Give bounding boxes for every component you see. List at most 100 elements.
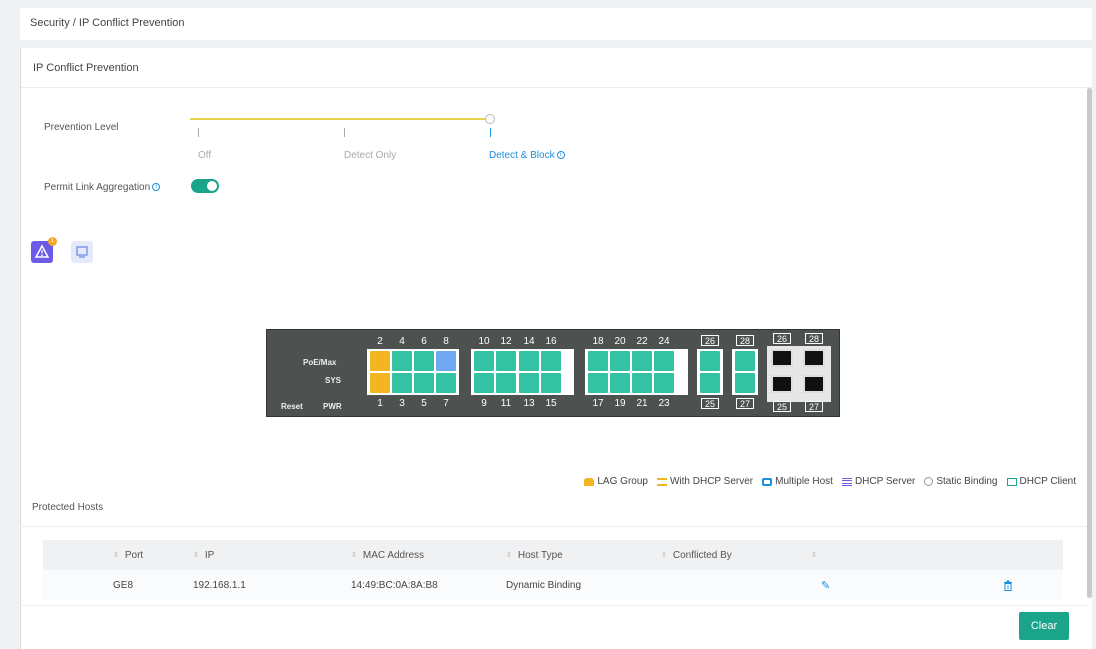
sfp-port-26[interactable] xyxy=(771,349,793,367)
column-header-conflicted-by[interactable]: ⇕ Conflicted By xyxy=(653,540,803,570)
port-20[interactable] xyxy=(610,351,630,371)
conflict-view-button[interactable]: 1 xyxy=(31,237,57,263)
warning-count-badge: 1 xyxy=(48,237,57,246)
prevention-level-knob[interactable] xyxy=(485,114,495,124)
column-header-host-type[interactable]: ⇕ Host Type xyxy=(498,540,653,570)
port-22[interactable] xyxy=(632,351,652,371)
port-26-combo[interactable] xyxy=(700,351,720,371)
prevention-level-label: Prevention Level xyxy=(44,122,119,133)
sort-icon[interactable]: ⇕ xyxy=(506,551,512,559)
port-8[interactable] xyxy=(436,351,456,371)
port-num-top: 16 xyxy=(545,336,557,347)
port-num-bottom: 7 xyxy=(443,398,449,409)
dhcp-server-lines-icon xyxy=(656,477,667,486)
legend-label: LAG Group xyxy=(597,476,648,487)
sort-icon[interactable]: ⇕ xyxy=(661,551,667,559)
column-header-port[interactable]: ⇕ Port xyxy=(43,540,183,570)
cell-port: GE8 xyxy=(113,579,134,591)
port-num-bottom: 1 xyxy=(377,398,383,409)
info-icon[interactable]: i xyxy=(556,151,565,160)
sfp-port-27[interactable] xyxy=(803,375,825,393)
port-21[interactable] xyxy=(632,373,652,393)
column-header-ip[interactable]: ⇕ IP xyxy=(183,540,343,570)
column-header-extra[interactable]: ⇕ xyxy=(803,540,943,570)
legend-dhcp-server: DHCP Server xyxy=(841,476,915,487)
port-25-combo[interactable] xyxy=(700,373,720,393)
edit-icon[interactable]: ✎ xyxy=(821,579,830,592)
lag-group-icon xyxy=(584,477,595,486)
port-18[interactable] xyxy=(588,351,608,371)
host-view-button[interactable] xyxy=(71,241,93,263)
port-num-top: 22 xyxy=(636,336,648,347)
port-num-top: 12 xyxy=(500,336,512,347)
port-5[interactable] xyxy=(414,373,434,393)
sfp-num-bottom: 27 xyxy=(805,401,823,412)
breadcrumb-root[interactable]: Security xyxy=(30,17,70,29)
port-16[interactable] xyxy=(541,351,561,371)
sort-icon[interactable]: ⇕ xyxy=(351,551,357,559)
static-binding-icon xyxy=(924,477,934,486)
port-6[interactable] xyxy=(414,351,434,371)
tick-off xyxy=(198,128,199,137)
port-17[interactable] xyxy=(588,373,608,393)
sort-icon[interactable]: ⇕ xyxy=(193,551,199,559)
port-2[interactable] xyxy=(370,351,390,371)
poe-max-label: PoE/Max xyxy=(303,358,337,367)
sort-icon[interactable]: ⇕ xyxy=(811,551,817,559)
trash-icon[interactable] xyxy=(1003,580,1013,591)
sfp-port-28[interactable] xyxy=(803,349,825,367)
port-num-bottom: 23 xyxy=(658,398,670,409)
port-12[interactable] xyxy=(496,351,516,371)
port-1[interactable] xyxy=(370,373,390,393)
sfp-num-top: 28 xyxy=(805,333,823,344)
port-23[interactable] xyxy=(654,373,674,393)
sfp-num-top: 26 xyxy=(773,333,791,344)
column-header-label: Port xyxy=(124,549,144,561)
port-15[interactable] xyxy=(541,373,561,393)
port-4[interactable] xyxy=(392,351,412,371)
legend-with-dhcp-server: With DHCP Server xyxy=(656,476,753,487)
level-off[interactable]: Off xyxy=(198,150,211,161)
level-detect-only[interactable]: Detect Only xyxy=(344,150,396,161)
combo-num-top: 28 xyxy=(736,335,754,346)
permit-link-aggregation-text: Permit Link Aggregation xyxy=(44,182,151,193)
port-19[interactable] xyxy=(610,373,630,393)
port-num-bottom: 3 xyxy=(399,398,405,409)
clear-button[interactable]: Clear xyxy=(1019,612,1069,640)
sfp-port-25[interactable] xyxy=(771,375,793,393)
port-num-top: 20 xyxy=(614,336,626,347)
combo-num-bottom: 25 xyxy=(701,398,719,409)
port-11[interactable] xyxy=(496,373,516,393)
port-28-combo[interactable] xyxy=(735,351,755,371)
dhcp-client-icon xyxy=(1006,477,1017,486)
monitor-icon xyxy=(76,246,88,258)
port-7[interactable] xyxy=(436,373,456,393)
footer-divider xyxy=(20,605,1087,606)
port-13[interactable] xyxy=(519,373,539,393)
protected-hosts-table: ⇕ Port ⇕ IP ⇕ MAC Address ⇕ Host Type ⇕ Confl… xyxy=(43,540,1063,600)
column-header-mac[interactable]: ⇕ MAC Address xyxy=(343,540,498,570)
port-24[interactable] xyxy=(654,351,674,371)
port-num-top: 24 xyxy=(658,336,670,347)
port-27-combo[interactable] xyxy=(735,373,755,393)
port-10[interactable] xyxy=(474,351,494,371)
port-3[interactable] xyxy=(392,373,412,393)
port-num-bottom: 11 xyxy=(500,398,512,409)
level-detect-block-label: Detect & Block xyxy=(489,150,555,161)
combo-num-bottom: 27 xyxy=(736,398,754,409)
table-row[interactable]: GE8 192.168.1.1 14:49:BC:0A:8A:B8 Dynami… xyxy=(43,570,1063,600)
scrollbar[interactable] xyxy=(1087,88,1092,598)
port-9[interactable] xyxy=(474,373,494,393)
tick-detect-only xyxy=(344,128,345,137)
sort-icon[interactable]: ⇕ xyxy=(113,551,119,559)
prevention-level-track[interactable] xyxy=(190,118,488,120)
tick-detect-block xyxy=(490,128,491,137)
level-detect-block[interactable]: Detect & Block i xyxy=(489,150,565,161)
port-num-top: 10 xyxy=(478,336,490,347)
port-14[interactable] xyxy=(519,351,539,371)
info-icon[interactable]: i xyxy=(152,183,161,192)
port-num-bottom: 9 xyxy=(481,398,487,409)
card-title: IP Conflict Prevention xyxy=(21,48,1092,88)
permit-link-aggregation-toggle[interactable] xyxy=(191,179,219,193)
protected-hosts-title: Protected Hosts xyxy=(32,502,104,513)
